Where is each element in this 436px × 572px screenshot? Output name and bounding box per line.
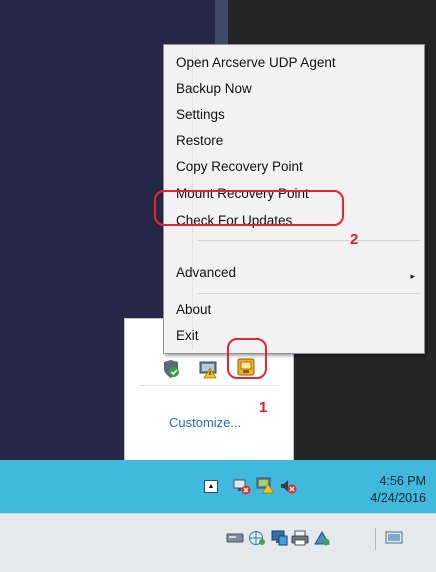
monitor-warning-icon[interactable]: [256, 476, 274, 494]
menu-item-open-agent[interactable]: Open Arcserve UDP Agent: [176, 55, 336, 70]
menu-item-about[interactable]: About: [176, 302, 211, 317]
bottom-tray-strip: [0, 513, 436, 572]
system-clock[interactable]: 4:56 PM 4/24/2016: [370, 473, 426, 507]
clock-date: 4/24/2016: [370, 491, 426, 505]
menu-separator: [197, 293, 420, 294]
callout-agent-icon: [227, 338, 267, 379]
display-icon[interactable]: [385, 530, 403, 546]
tray-separator: [375, 528, 376, 550]
menu-item-copy-recovery-point[interactable]: Copy Recovery Point: [176, 159, 303, 174]
menu-item-advanced[interactable]: Advanced: [176, 265, 236, 280]
menu-item-restore[interactable]: Restore: [176, 133, 223, 148]
network-icon[interactable]: [248, 530, 266, 546]
submenu-arrow-icon: ▸: [410, 271, 415, 281]
menu-item-backup-now[interactable]: Backup Now: [176, 81, 252, 96]
alert-icon[interactable]: [313, 530, 331, 546]
printer-icon[interactable]: [291, 530, 309, 546]
taskbar: ▲ 4:56 PM 4/24/2016: [0, 460, 436, 513]
network-error-icon[interactable]: [233, 477, 251, 495]
tray-overflow-button[interactable]: ▲: [204, 480, 218, 493]
callout-number-2: 2: [350, 231, 359, 248]
warning-monitor-icon[interactable]: [198, 359, 218, 379]
callout-number-1: 1: [259, 399, 268, 416]
clock-time: 4:56 PM: [379, 474, 426, 488]
volume-muted-icon[interactable]: [279, 477, 297, 495]
device-icon[interactable]: [226, 530, 244, 546]
shield-check-icon[interactable]: [161, 359, 181, 379]
customize-link[interactable]: Customize...: [169, 415, 241, 430]
menu-separator: [197, 240, 420, 241]
panel-divider: [139, 385, 279, 386]
monitor-icon[interactable]: [270, 530, 288, 546]
callout-mount-recovery-point: [154, 190, 344, 226]
menu-item-settings[interactable]: Settings: [176, 107, 225, 122]
menu-item-exit[interactable]: Exit: [176, 328, 199, 343]
